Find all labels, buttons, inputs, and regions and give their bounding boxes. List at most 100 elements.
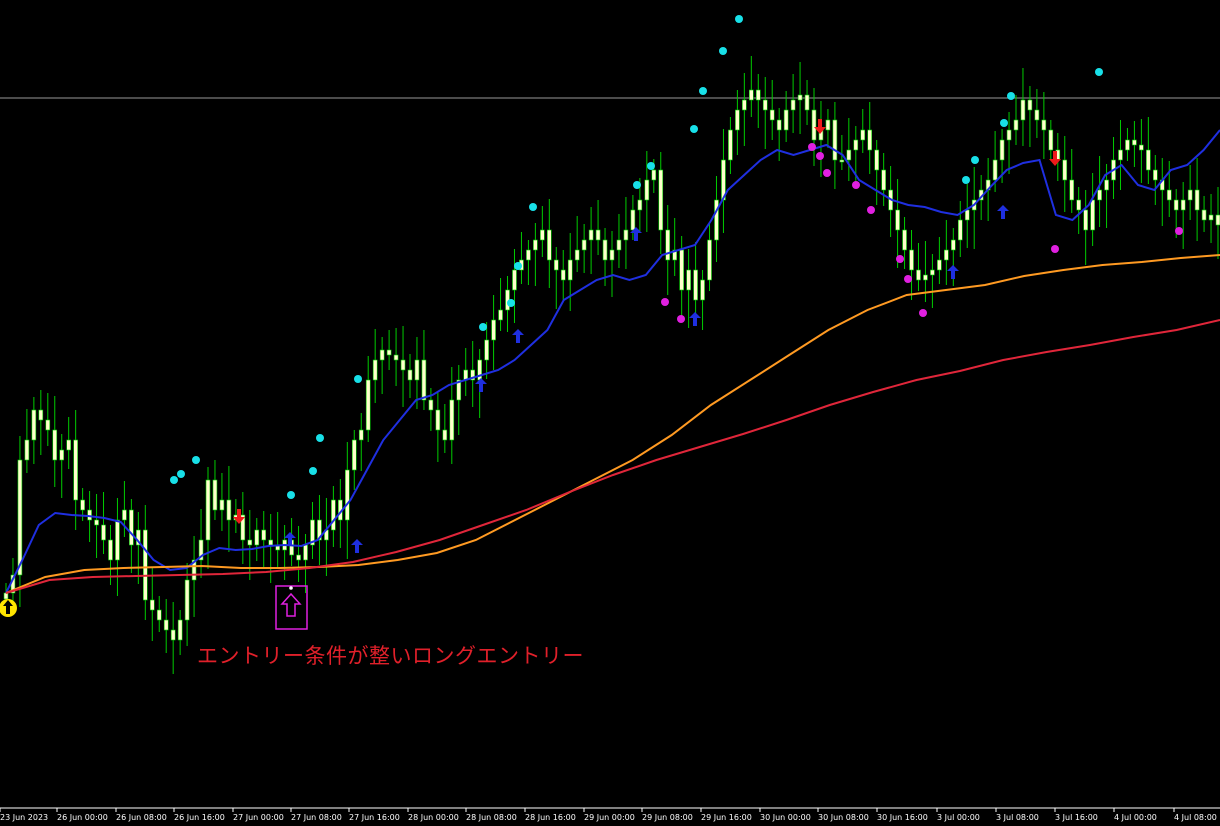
candle-body <box>832 119 838 161</box>
signal-dot-cyan <box>1095 68 1103 76</box>
candle-body <box>122 509 127 521</box>
candle-body <box>839 159 845 163</box>
candle-body <box>860 129 866 141</box>
candle-body <box>414 359 420 381</box>
entry-annotation: エントリー条件が整いロングエントリー <box>197 644 584 668</box>
candle-body <box>930 269 935 276</box>
candle-body <box>547 229 552 261</box>
signal-dot-magenta <box>919 309 927 317</box>
candle-body <box>783 109 789 131</box>
candle-body <box>867 129 873 151</box>
candle-body <box>1173 199 1179 211</box>
x-tick-label: 27 Jun 00:00 <box>233 813 284 822</box>
candle-body <box>87 509 92 521</box>
candle-body <box>1215 214 1220 226</box>
x-tick-label: 26 Jun 16:00 <box>174 813 225 822</box>
candle-body <box>3 592 9 600</box>
candle-body <box>177 619 183 641</box>
candle-body <box>491 319 496 341</box>
candle-body <box>24 439 30 461</box>
candle-body <box>73 439 78 501</box>
candle-body <box>686 269 691 291</box>
candle-body <box>1097 189 1102 201</box>
candle-body <box>163 619 169 631</box>
candle-body <box>1027 99 1033 111</box>
candle-body <box>156 609 162 621</box>
candle-body <box>637 199 643 211</box>
candle-body <box>658 169 664 231</box>
price-chart: 23 Jun 2023 26 Jun 00:00 26 Jun 08:00 26 Ju… <box>0 0 1220 826</box>
signal-dot-magenta <box>896 255 904 263</box>
candle-body <box>115 519 120 561</box>
signal-dot-magenta <box>1051 245 1059 253</box>
candle-body <box>212 479 218 511</box>
x-tick-label: 28 Jun 16:00 <box>525 813 576 822</box>
candle-body <box>351 439 357 471</box>
candle-body <box>1069 179 1075 201</box>
x-tick-label: 29 Jun 00:00 <box>584 813 635 822</box>
candle-body <box>665 229 671 261</box>
candle-body <box>595 229 601 241</box>
signal-dot-cyan <box>719 47 727 55</box>
candle-body <box>1090 199 1095 231</box>
candle-body <box>512 269 517 291</box>
signal-dot-cyan <box>507 299 515 307</box>
candle-body <box>811 109 817 141</box>
candle-body <box>358 429 364 441</box>
candle-body <box>944 249 949 261</box>
candle-body <box>247 539 253 546</box>
candle-body <box>108 539 113 561</box>
candle-body <box>700 279 705 301</box>
signal-dot-magenta <box>904 275 912 283</box>
candle-body <box>1146 149 1151 171</box>
candle-body <box>1201 209 1207 221</box>
signal-dot-cyan <box>690 125 698 133</box>
signal-dot-cyan <box>354 375 362 383</box>
candle-body <box>902 229 907 251</box>
candle-body <box>874 149 879 171</box>
x-tick-label: 26 Jun 08:00 <box>116 813 167 822</box>
candle-body <box>372 359 378 381</box>
candle-body <box>574 249 580 261</box>
candle-body <box>94 519 99 526</box>
candle-body <box>526 249 531 261</box>
candle-body <box>1118 149 1123 161</box>
signal-dot-cyan <box>1000 119 1008 127</box>
candle-body <box>435 409 441 431</box>
candle-body <box>679 249 684 291</box>
candle-body <box>923 274 928 281</box>
x-tick-label: 4 Jul 00:00 <box>1114 813 1157 822</box>
candle-body <box>769 109 775 121</box>
candle-body <box>560 269 566 281</box>
candle-body <box>45 419 51 431</box>
candle-body <box>616 239 622 251</box>
candle-body <box>1020 99 1026 121</box>
signal-dot-magenta <box>1175 227 1183 235</box>
candle-body <box>762 99 768 111</box>
candle-body <box>964 209 970 221</box>
candle-body <box>31 409 37 441</box>
candle-body <box>957 219 963 241</box>
signal-dot-cyan <box>962 176 970 184</box>
candle-body <box>1132 139 1137 146</box>
candle-body <box>379 349 385 361</box>
candle-body <box>1139 144 1144 151</box>
x-tick-label: 3 Jul 00:00 <box>937 813 980 822</box>
x-tick-label: 27 Jun 16:00 <box>349 813 400 822</box>
x-tick-label: 29 Jun 08:00 <box>642 813 693 822</box>
signal-dot-magenta <box>808 143 816 151</box>
candle-body <box>623 229 629 241</box>
x-tick-label: 29 Jun 16:00 <box>701 813 752 822</box>
candle-body <box>602 239 608 261</box>
candle-body <box>581 239 587 251</box>
candle-body <box>143 529 148 601</box>
candle-body <box>1034 109 1040 121</box>
candle-body <box>749 89 754 101</box>
candle-body <box>846 149 852 161</box>
candle-body <box>1076 199 1081 211</box>
x-tick-label: 30 Jun 00:00 <box>760 813 811 822</box>
candle-body <box>101 524 106 541</box>
candle-body <box>825 119 831 131</box>
signal-dot-cyan <box>529 203 537 211</box>
candle-body <box>853 139 859 151</box>
